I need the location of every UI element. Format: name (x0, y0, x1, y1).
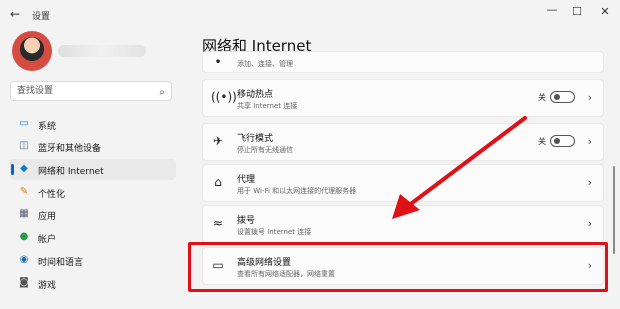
sidebar-item-label: 系统 (38, 122, 57, 132)
card-sub: 停止所有无线通信 (237, 146, 293, 154)
sidebar-item-label: 个性化 (38, 190, 66, 200)
hotspot-icon: ((•)) (211, 90, 237, 104)
sidebar-item-label: 时间和语言 (38, 258, 84, 268)
scrollbar[interactable] (613, 166, 615, 254)
card-title: 代理 (237, 175, 256, 185)
avatar[interactable] (12, 31, 52, 71)
card-partial-top[interactable]: • 添加、连接、管理 (202, 51, 604, 73)
highlight-box (188, 242, 608, 292)
airplane-icon: ✈ (212, 134, 224, 148)
back-arrow-icon[interactable]: ← (10, 7, 20, 21)
blurred-account-name (58, 45, 146, 57)
sidebar-item-network[interactable]: ◆ 网络和 Internet (10, 159, 176, 180)
bluetooth-icon: ◫ (19, 140, 29, 151)
card-sub: 设置拨号 Internet 连接 (237, 228, 312, 236)
search-input[interactable]: 查找设置 ⌕ (10, 81, 172, 101)
search-icon[interactable]: ⌕ (159, 84, 165, 102)
system-icon: ▭ (19, 118, 29, 129)
game-icon: ◙ (19, 277, 29, 288)
sidebar-item-system[interactable]: ▭ 系统 (10, 114, 176, 135)
sidebar-item-label: 应用 (38, 212, 57, 222)
card-mobile-hotspot[interactable]: ((•)) 移动热点 共享 Internet 连接 关 › (202, 79, 604, 117)
sidebar-item-label: 帐户 (38, 235, 57, 245)
sidebar-item-time-language[interactable]: ◉ 时间和语言 (10, 250, 176, 271)
airplane-toggle[interactable] (550, 135, 575, 147)
sidebar-item-gaming[interactable]: ◙ 游戏 (10, 273, 176, 294)
globe-icon: ◉ (19, 254, 29, 265)
dot-icon: • (214, 55, 222, 69)
app-title: 设置 (32, 12, 51, 22)
card-proxy[interactable]: ⌂ 代理 用于 Wi-Fi 和以太网连接的代理服务器 › (202, 164, 604, 202)
sidebar-item-apps[interactable]: ▦ 应用 (10, 204, 176, 225)
minimize-button[interactable]: — (545, 3, 559, 16)
sidebar-item-label: 蓝牙和其他设备 (38, 144, 102, 154)
chevron-right-icon[interactable]: › (588, 176, 592, 189)
hotspot-toggle[interactable] (550, 91, 575, 103)
proxy-icon: ⌂ (214, 175, 222, 189)
brush-icon: ✎ (19, 186, 29, 197)
active-indicator (11, 164, 14, 175)
card-sub: 用于 Wi-Fi 和以太网连接的代理服务器 (237, 187, 357, 195)
dialup-icon: ≈ (212, 216, 224, 230)
wifi-icon: ◆ (20, 163, 28, 174)
chevron-right-icon[interactable]: › (588, 91, 592, 104)
account-icon: ● (19, 231, 29, 242)
card-airplane-mode[interactable]: ✈ 飞行模式 停止所有无线通信 关 › (202, 123, 604, 161)
sidebar-item-accounts[interactable]: ● 帐户 (10, 227, 176, 248)
sidebar-item-personalization[interactable]: ✎ 个性化 (10, 182, 176, 203)
chevron-right-icon[interactable]: › (588, 217, 592, 230)
apps-icon: ▦ (19, 208, 29, 219)
search-placeholder: 查找设置 (17, 86, 54, 96)
sidebar-item-label: 游戏 (38, 281, 57, 291)
toggle-state: 关 (538, 137, 546, 146)
close-button[interactable]: ✕ (598, 5, 612, 18)
card-title: 移动热点 (237, 90, 274, 100)
sidebar-item-label: 网络和 Internet (38, 167, 104, 177)
maximize-button[interactable]: ☐ (570, 5, 584, 18)
title-bar: ← 设置 — ☐ ✕ (0, 0, 620, 30)
sidebar-item-bluetooth[interactable]: ◫ 蓝牙和其他设备 (10, 136, 176, 157)
card-sub: 添加、连接、管理 (237, 60, 293, 68)
card-title: 飞行模式 (237, 134, 274, 144)
card-dialup[interactable]: ≈ 拨号 设置拨号 Internet 连接 › (202, 205, 604, 243)
chevron-right-icon[interactable]: › (588, 135, 592, 148)
card-sub: 共享 Internet 连接 (237, 102, 298, 110)
toggle-state: 关 (538, 93, 546, 102)
card-title: 拨号 (237, 216, 256, 226)
